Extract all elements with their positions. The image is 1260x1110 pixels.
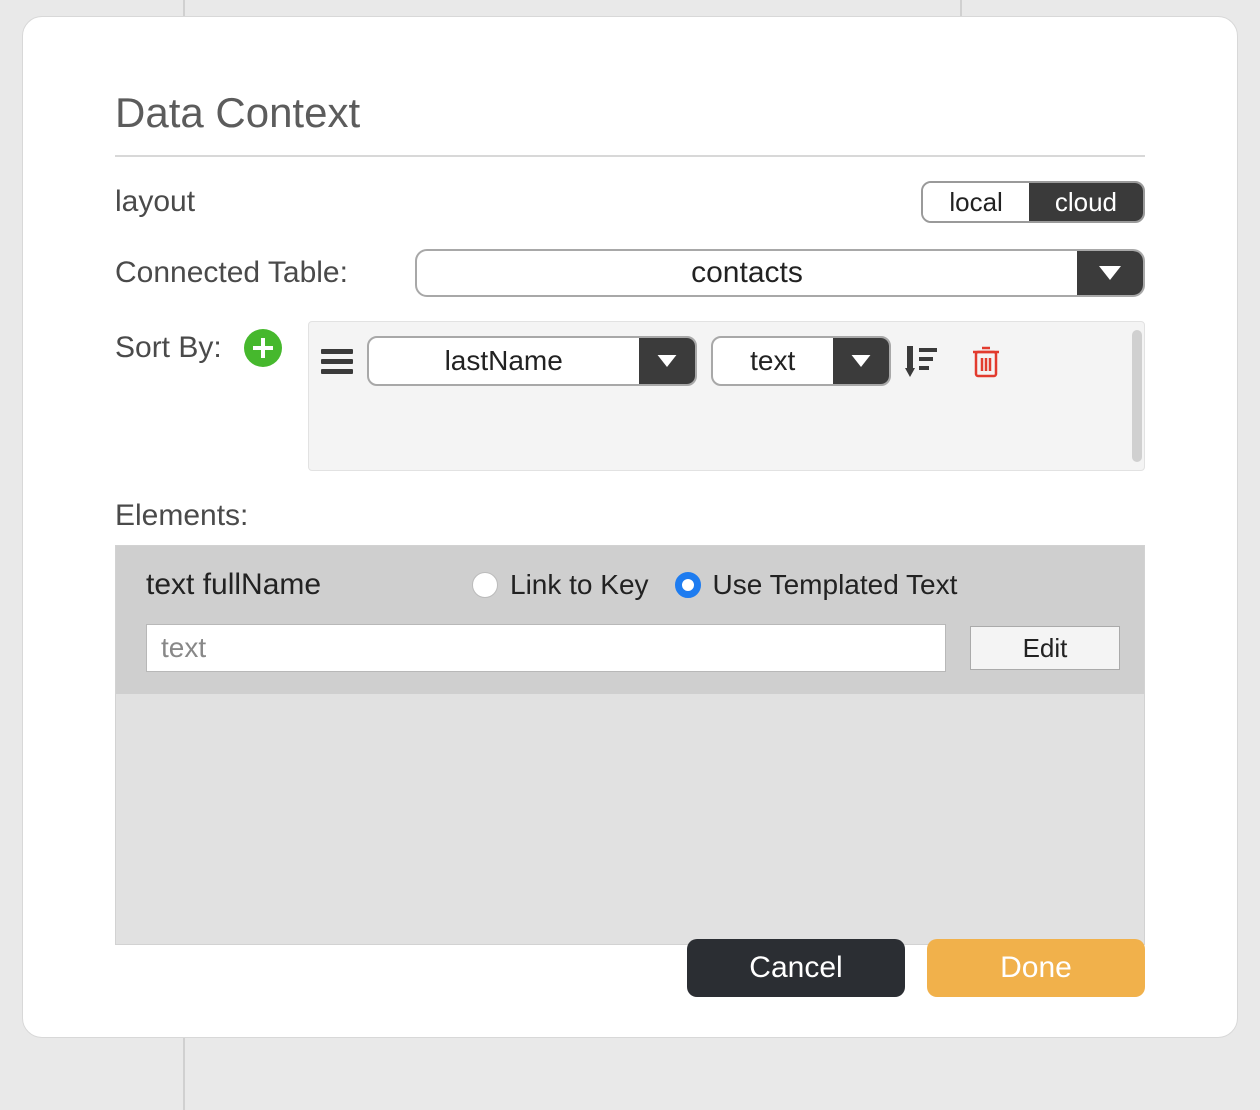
layout-toggle[interactable]: local cloud — [921, 181, 1145, 223]
sort-panel: lastName text — [308, 321, 1145, 471]
add-sort-button[interactable] — [244, 329, 282, 367]
radio-link-label: Link to Key — [510, 569, 649, 601]
connected-table-row: Connected Table: contacts — [115, 249, 1145, 297]
sort-type-select[interactable]: text — [711, 336, 891, 386]
sort-by-label: Sort By: — [115, 331, 222, 365]
elements-panel: text fullName Link to Key Use Templated … — [115, 545, 1145, 945]
template-text-input[interactable]: text — [146, 624, 946, 672]
radio-use-templated-text[interactable]: Use Templated Text — [675, 569, 958, 601]
elements-label: Elements: — [115, 499, 1145, 533]
radio-icon — [472, 572, 498, 598]
connected-table-select[interactable]: contacts — [415, 249, 1145, 297]
template-text-placeholder: text — [161, 632, 206, 664]
sort-by-row: Sort By: lastName text — [115, 321, 1145, 471]
sort-field-select[interactable]: lastName — [367, 336, 697, 386]
dialog-footer: Cancel Done — [687, 939, 1145, 997]
radio-template-label: Use Templated Text — [713, 569, 958, 601]
trash-icon[interactable] — [971, 344, 1001, 378]
dialog-title: Data Context — [115, 89, 1145, 137]
cancel-button[interactable]: Cancel — [687, 939, 905, 997]
layout-row: layout local cloud — [115, 179, 1145, 225]
data-context-dialog: Data Context layout local cloud Connecte… — [22, 16, 1238, 1038]
chevron-down-icon[interactable] — [639, 338, 695, 384]
sort-item: lastName text — [321, 336, 1132, 386]
radio-link-to-key[interactable]: Link to Key — [472, 569, 649, 601]
chevron-down-icon[interactable] — [833, 338, 889, 384]
edit-button[interactable]: Edit — [970, 626, 1120, 670]
layout-label: layout — [115, 185, 195, 219]
radio-icon — [675, 572, 701, 598]
divider — [115, 155, 1145, 157]
done-button[interactable]: Done — [927, 939, 1145, 997]
sort-field-value: lastName — [369, 338, 639, 384]
sort-direction-icon[interactable] — [905, 344, 939, 378]
layout-toggle-cloud[interactable]: cloud — [1029, 183, 1143, 221]
connected-table-value: contacts — [417, 251, 1077, 295]
element-title: text fullName — [146, 568, 446, 602]
sort-type-value: text — [713, 338, 833, 384]
element-row: text fullName Link to Key Use Templated … — [116, 546, 1144, 694]
layout-toggle-local[interactable]: local — [923, 183, 1028, 221]
drag-handle-icon[interactable] — [321, 344, 353, 379]
chevron-down-icon[interactable] — [1077, 251, 1143, 295]
connected-table-label: Connected Table: — [115, 256, 415, 290]
